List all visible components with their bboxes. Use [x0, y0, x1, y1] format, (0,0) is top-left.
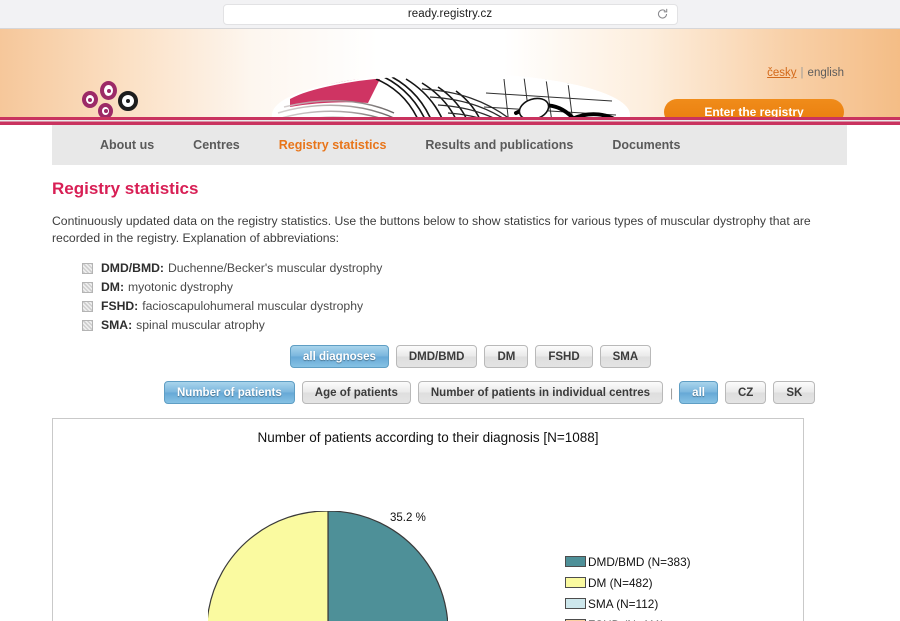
abbrev-description: facioscapulohumeral muscular dystrophy: [142, 299, 364, 313]
lang-link-english[interactable]: english: [808, 67, 844, 79]
chart-panel: Number of patients according to their di…: [52, 418, 804, 621]
metric-button-number-of-patients[interactable]: Number of patients: [164, 381, 295, 404]
pie-data-label-dmd-bmd: 35.2 %: [390, 512, 426, 524]
legend-label-fshd: FSHD (N=111): [588, 618, 665, 621]
language-switcher: česky | english: [767, 67, 844, 79]
list-item: SMA: spinal muscular atrophy: [52, 318, 848, 332]
page-title: Registry statistics: [52, 179, 199, 198]
reload-icon[interactable]: [656, 8, 669, 21]
nav-item-results-and-publications[interactable]: Results and publications: [425, 138, 573, 152]
filter-button-all-diagnoses[interactable]: all diagnoses: [290, 345, 389, 368]
logo-cell-2: [82, 91, 98, 108]
url-text: ready.registry.cz: [407, 8, 493, 20]
metric-filter-row: Number of patients Age of patients Numbe…: [52, 381, 848, 404]
filter-button-sma[interactable]: SMA: [599, 345, 652, 368]
broken-image-icon: [82, 300, 93, 312]
broken-image-icon: [82, 262, 93, 274]
legend-swatch-dm: [565, 577, 586, 588]
abbrev-description: myotonic dystrophy: [128, 280, 234, 294]
broken-image-icon: [82, 319, 93, 331]
browser-chrome: ready.registry.cz: [0, 0, 900, 29]
page-content: Registry statistics Continuously updated…: [0, 165, 900, 404]
lang-separator: |: [800, 67, 804, 79]
legend-item-dm: DM (N=482): [565, 572, 691, 593]
list-item: DM: myotonic dystrophy: [52, 280, 848, 294]
abbrev-description: spinal muscular atrophy: [136, 318, 265, 332]
filter-button-dm[interactable]: DM: [484, 345, 529, 368]
pie-chart: [206, 510, 449, 621]
diagnosis-filter-row: all diagnoses DMD/BMD DM FSHD SMA: [52, 345, 848, 368]
legend-label-dm: DM (N=482): [588, 575, 653, 590]
abbrev-description: Duchenne/Becker's muscular dystrophy: [167, 261, 383, 275]
legend-item-sma: SMA (N=112): [565, 593, 691, 614]
metric-button-age-of-patients[interactable]: Age of patients: [301, 381, 411, 404]
list-item: FSHD: facioscapulohumeral muscular dystr…: [52, 299, 848, 313]
abbrev-term: SMA:: [101, 318, 133, 332]
address-bar[interactable]: ready.registry.cz: [222, 3, 678, 25]
legend-item-fshd: FSHD (N=111): [565, 614, 691, 621]
legend-item-dmd-bmd: DMD/BMD (N=383): [565, 551, 691, 572]
metric-button-patients-in-individual-centres[interactable]: Number of patients in individual centres: [417, 381, 664, 404]
header-divider-rule: [0, 117, 900, 125]
legend-label-sma: SMA (N=112): [588, 596, 659, 611]
country-button-sk[interactable]: SK: [773, 381, 816, 404]
lang-link-czech[interactable]: česky: [767, 67, 796, 79]
filter-button-fshd[interactable]: FSHD: [535, 345, 593, 368]
abbrev-term: FSHD:: [101, 299, 139, 313]
intro-paragraph: Continuously updated data on the registr…: [52, 214, 811, 245]
nav-item-about-us[interactable]: About us: [100, 138, 154, 152]
country-button-all[interactable]: all: [679, 381, 718, 404]
row-divider: |: [670, 385, 674, 400]
country-button-cz[interactable]: CZ: [724, 381, 767, 404]
chart-title: Number of patients according to their di…: [257, 430, 599, 445]
legend-label-dmd-bmd: DMD/BMD (N=383): [588, 554, 691, 569]
chart-legend: DMD/BMD (N=383) DM (N=482) SMA (N=112) F…: [565, 551, 691, 621]
broken-image-icon: [82, 281, 93, 293]
logo-cell-1: [100, 81, 117, 100]
abbrev-term: DMD/BMD:: [101, 261, 164, 275]
logo-cell-3: [118, 91, 138, 111]
pie-slice-dm: [206, 510, 329, 621]
nav-item-centres[interactable]: Centres: [193, 138, 240, 152]
nav-item-documents[interactable]: Documents: [612, 138, 680, 152]
legend-swatch-sma: [565, 598, 586, 609]
filter-button-dmd-bmd[interactable]: DMD/BMD: [395, 345, 478, 368]
main-navigation: About us Centres Registry statistics Res…: [52, 125, 847, 165]
abbrev-term: DM:: [101, 280, 125, 294]
list-item: DMD/BMD: Duchenne/Becker's muscular dyst…: [52, 261, 848, 275]
nav-item-registry-statistics[interactable]: Registry statistics: [279, 138, 387, 152]
abbreviation-list: DMD/BMD: Duchenne/Becker's muscular dyst…: [52, 261, 848, 332]
pie-slice-dmd-bmd: [327, 510, 449, 621]
legend-swatch-dmd-bmd: [565, 556, 586, 567]
site-header: REaDY: [0, 29, 900, 125]
